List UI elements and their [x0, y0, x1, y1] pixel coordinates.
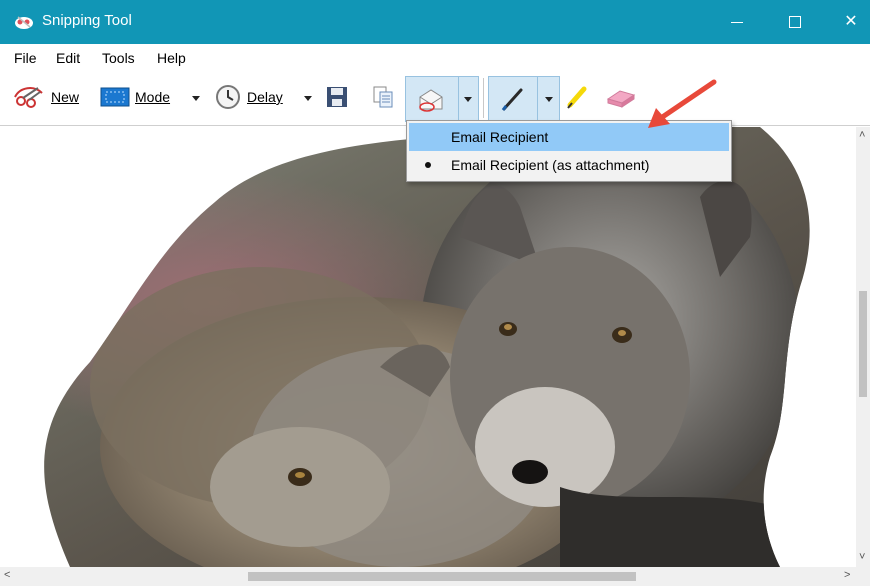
send-snip-button[interactable] [405, 76, 479, 122]
pen-button[interactable] [488, 76, 560, 122]
delay-button[interactable]: Delay [214, 82, 283, 112]
minimize-icon [731, 22, 743, 23]
save-button[interactable] [326, 82, 348, 112]
mode-button[interactable]: Mode [100, 82, 170, 112]
pen-split-divider [537, 77, 538, 121]
clock-icon [216, 85, 240, 109]
highlighter-button[interactable] [564, 82, 592, 112]
vertical-scrollbar[interactable]: ˄ ˅ [856, 127, 870, 567]
pen-dropdown-arrow[interactable] [545, 97, 553, 102]
highlighter-icon [567, 86, 587, 109]
eraser-button[interactable] [604, 82, 636, 112]
send-email-icon [419, 89, 443, 112]
menu-file[interactable]: File [14, 50, 37, 66]
new-label: New [51, 89, 80, 105]
selected-bullet-icon [425, 162, 431, 168]
scissors-icon [14, 87, 43, 108]
menu-help[interactable]: Help [157, 50, 186, 66]
new-button[interactable]: New [12, 82, 79, 112]
scroll-left-arrow[interactable]: < [4, 569, 10, 581]
copy-button[interactable] [372, 82, 394, 112]
mode-dropdown-arrow[interactable] [192, 96, 200, 101]
red-arrow-annotation [648, 79, 717, 128]
scroll-up-arrow[interactable]: ˄ [859, 129, 865, 141]
maximize-icon [789, 16, 801, 28]
vertical-scroll-thumb[interactable] [859, 291, 867, 397]
menu-tools[interactable]: Tools [102, 50, 135, 66]
snipping-tool-app-icon [15, 16, 33, 29]
horizontal-scroll-thumb[interactable] [248, 572, 636, 581]
scroll-right-arrow[interactable]: > [844, 569, 850, 581]
copy-icon [373, 86, 393, 108]
eraser-icon [606, 90, 636, 108]
toolbar: New Mode Delay [0, 72, 870, 126]
menu-bar: File Edit Tools Help [0, 44, 870, 72]
minimize-button[interactable] [714, 0, 760, 44]
snip-canvas [0, 127, 856, 567]
maximize-button[interactable] [772, 0, 818, 44]
delay-label: Delay [247, 89, 283, 105]
save-icon [327, 87, 347, 107]
delay-dropdown-arrow[interactable] [304, 96, 312, 101]
email-attachment-label: Email Recipient (as attachment) [451, 157, 650, 173]
menu-item-email-recipient-attachment[interactable]: Email Recipient (as attachment) [409, 151, 729, 179]
fox-photo-image [44, 127, 810, 567]
send-dropdown-arrow[interactable] [464, 97, 472, 102]
close-icon: ✕ [844, 13, 858, 30]
mode-label: Mode [135, 89, 171, 105]
snipping-tool-window: Snipping Tool ✕ File Edit Tools Help New [0, 0, 870, 586]
toolbar-separator [483, 78, 484, 118]
pen-icon [501, 88, 523, 111]
email-recipient-label: Email Recipient [451, 129, 549, 145]
horizontal-scrollbar[interactable]: < > [0, 567, 870, 586]
title-bar: Snipping Tool ✕ [0, 0, 870, 44]
mode-icon [100, 87, 130, 107]
send-split-divider [458, 77, 459, 121]
close-button[interactable]: ✕ [828, 0, 870, 44]
window-title: Snipping Tool [42, 12, 132, 29]
scroll-down-arrow[interactable]: ˅ [859, 551, 865, 563]
menu-edit[interactable]: Edit [56, 50, 80, 66]
